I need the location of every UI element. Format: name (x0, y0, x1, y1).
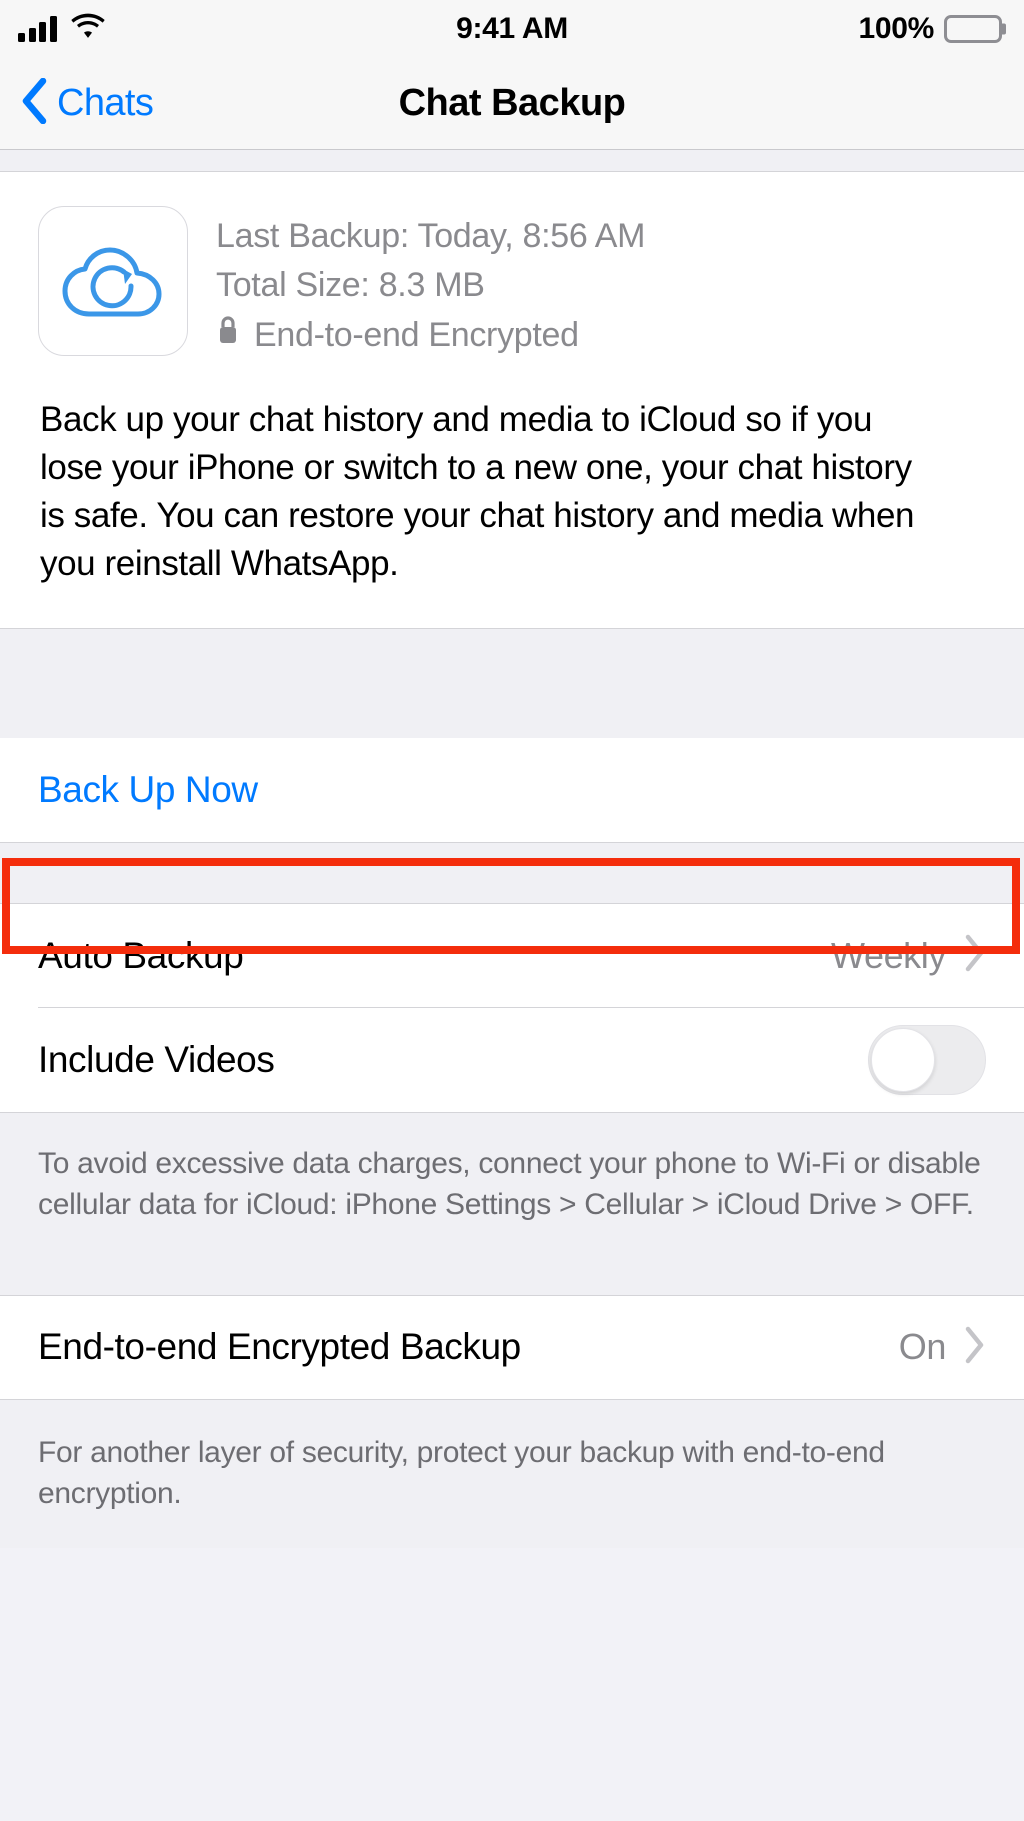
navigation-bar: Chats Chat Backup (0, 57, 1024, 150)
lock-icon (216, 311, 240, 360)
last-backup-label: Last Backup: Today, 8:56 AM (216, 217, 646, 255)
back-up-now-label: Back Up Now (38, 768, 258, 810)
phone-screen: 9:41 AM 100% Chats Chat Backup Last Back… (0, 0, 1024, 1821)
backup-info-section: Last Backup: Today, 8:56 AM Total Size: … (0, 172, 1024, 628)
encryption-status-label: End-to-end Encrypted (254, 315, 579, 354)
backup-meta: Last Backup: Today, 8:56 AM Total Size: … (216, 206, 645, 360)
battery-percent-label: 100% (858, 11, 934, 45)
section-spacer-2 (0, 841, 1024, 904)
e2e-backup-value-group: On (899, 1326, 986, 1369)
e2e-encryption-footer: For another layer of security, protect y… (0, 1398, 1024, 1549)
status-bar: 9:41 AM 100% (0, 0, 1024, 57)
include-videos-toggle[interactable] (868, 1024, 986, 1095)
auto-backup-value-group: Weekly (831, 934, 986, 977)
encryption-status-row: End-to-end Encrypted (216, 311, 645, 360)
include-videos-control (868, 1024, 986, 1095)
toggle-knob (871, 1027, 935, 1092)
include-videos-label: Include Videos (38, 1038, 275, 1080)
battery-full-icon (944, 14, 1006, 43)
cloud-backup-icon (38, 206, 188, 356)
total-size-label: Total Size: 8.3 MB (216, 266, 485, 305)
chevron-right-icon (964, 934, 986, 977)
auto-backup-label: Auto Backup (38, 934, 244, 976)
top-spacer (0, 150, 1024, 172)
e2e-encrypted-backup-label: End-to-end Encrypted Backup (38, 1326, 521, 1368)
e2e-encrypted-backup-value: On (898, 1326, 947, 1368)
include-videos-row[interactable]: Include Videos (0, 1007, 1024, 1112)
back-button-label: Chats (57, 81, 154, 124)
status-bar-right: 100% (858, 11, 1006, 46)
auto-backup-row[interactable]: Auto Backup Weekly (0, 903, 1024, 1008)
chevron-left-icon (20, 77, 48, 129)
page-title: Chat Backup (398, 81, 626, 124)
backup-description: Back up your chat history and media to i… (40, 399, 915, 583)
chevron-right-icon (964, 1326, 986, 1369)
data-charges-footer: To avoid excessive data charges, connect… (0, 1111, 1024, 1295)
e2e-encrypted-backup-row[interactable]: End-to-end Encrypted Backup On (0, 1294, 1024, 1399)
auto-backup-value: Weekly (831, 934, 946, 976)
back-button[interactable]: Chats (20, 77, 154, 129)
section-spacer-1 (0, 627, 1024, 738)
backup-summary: Last Backup: Today, 8:56 AM Total Size: … (38, 206, 986, 360)
back-up-now-button[interactable]: Back Up Now (0, 737, 1024, 842)
